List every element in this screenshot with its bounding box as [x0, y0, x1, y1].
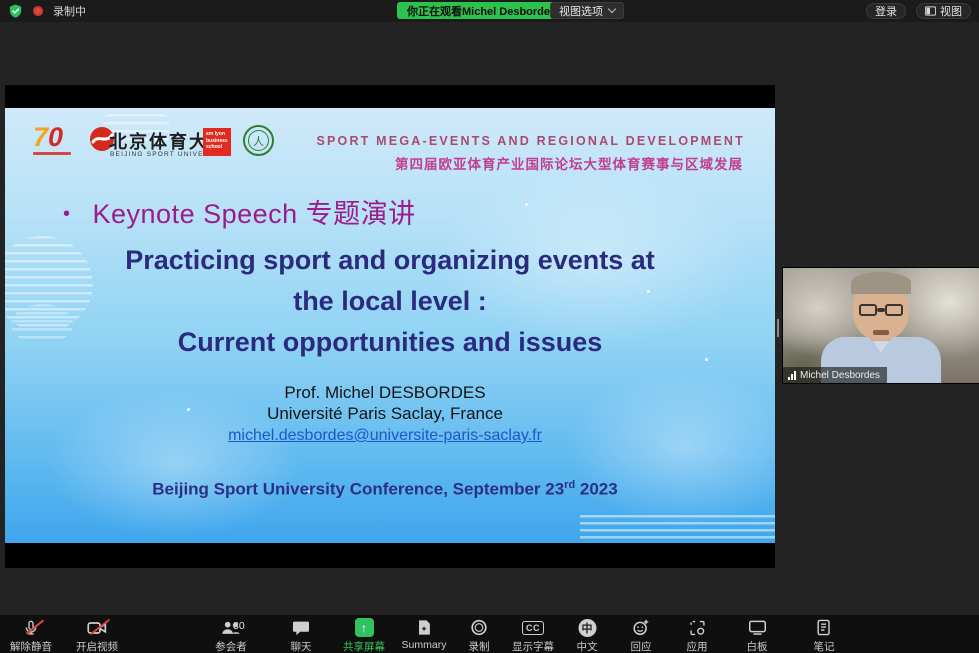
participants-icon: 30 [211, 618, 251, 637]
view-layout-button[interactable]: 视图 [916, 3, 971, 19]
conference-date-line: Beijing Sport University Conference, Sep… [5, 479, 765, 500]
conference-header-en: SPORT MEGA-EVENTS AND REGIONAL DEVELOPME… [316, 134, 745, 148]
speaker-hair [851, 272, 911, 294]
chat-button[interactable]: 聊天 [291, 618, 312, 653]
share-screen-label: 共享屏幕 [343, 639, 385, 653]
recording-status-label: 录制中 [53, 3, 86, 19]
participants-button[interactable]: 30 参会者 [211, 618, 251, 653]
meeting-window: 录制中 你正在观看Michel Desbordes的屏幕 视图选项 登录 视图 [0, 0, 979, 653]
captions-button[interactable]: CC 显示字幕 [512, 618, 554, 653]
chat-bubble-icon [293, 618, 310, 637]
title-line-3: Current opportunities and issues [5, 322, 775, 363]
video-panel-collapse-handle[interactable] [775, 313, 781, 343]
captions-label: 显示字幕 [512, 639, 554, 653]
anniversary-70-logo: 70 [33, 124, 63, 151]
view-options-label: 视图选项 [559, 3, 603, 19]
reactions-label: 回应 [631, 639, 652, 653]
whiteboard-icon [748, 618, 766, 637]
start-video-button[interactable]: 开启视频 [76, 618, 118, 653]
reactions-smiley-icon [633, 618, 650, 637]
language-label: 中文 [577, 639, 598, 653]
speaker-name: Michel Desbordes [800, 370, 880, 381]
author-affiliation: Université Paris Saclay, France [5, 403, 765, 424]
share-screen-button[interactable]: ↑ 共享屏幕 [343, 618, 385, 653]
title-line-2: the local level : [5, 281, 775, 322]
login-button[interactable]: 登录 [866, 3, 906, 19]
chevron-down-icon [608, 5, 616, 13]
whiteboard-button[interactable]: 白板 [747, 618, 768, 653]
share-screen-icon: ↑ [355, 618, 374, 637]
bullet-point: • [63, 203, 71, 225]
record-label: 录制 [469, 639, 490, 653]
speaker-glasses [859, 304, 903, 316]
summary-button[interactable]: Summary [402, 618, 447, 651]
camera-off-icon [87, 618, 107, 637]
shared-screen-area: 70 北京体育大学 BEIJING SPORT UNIVERSITY em ly… [5, 85, 775, 568]
presentation-slide: 70 北京体育大学 BEIJING SPORT UNIVERSITY em ly… [5, 108, 775, 543]
layout-view-icon [925, 6, 936, 16]
unmute-label: 解除静音 [10, 639, 52, 653]
keynote-heading: •Keynote Speech 专题演讲 [63, 192, 416, 231]
anniversary-logo-subtext [33, 152, 71, 155]
video-name-label: Michel Desbordes [783, 367, 887, 383]
record-circle-icon [471, 618, 488, 637]
summary-doc-icon [417, 618, 432, 637]
author-block: Prof. Michel DESBORDES Université Paris … [5, 382, 765, 446]
apps-label: 应用 [687, 639, 708, 653]
apps-button[interactable]: 应用 [687, 618, 708, 653]
record-button[interactable]: 录制 [469, 618, 490, 653]
chat-label: 聊天 [291, 639, 312, 653]
emlyon-logo: em lyon business school [203, 128, 231, 156]
language-zh-icon: 中 [578, 619, 596, 637]
summary-label: Summary [402, 639, 447, 651]
meeting-toolbar: 解除静音 开启视频 30 参会者 聊天 ↑ [0, 615, 979, 653]
recording-indicator-icon [33, 6, 43, 16]
view-options-button[interactable]: 视图选项 [550, 2, 624, 19]
speaker-video-tile[interactable]: Michel Desbordes [783, 268, 979, 383]
participants-label: 参会者 [215, 639, 247, 653]
microphone-muted-icon [23, 618, 39, 637]
title-line-1: Practicing sport and organizing events a… [5, 240, 775, 281]
start-video-label: 开启视频 [76, 639, 118, 653]
apps-icon [689, 618, 705, 637]
author-email-link[interactable]: michel.desbordes@universite-paris-saclay… [228, 427, 542, 444]
language-button[interactable]: 中 中文 [577, 618, 598, 653]
notes-button[interactable]: 笔记 [814, 618, 835, 653]
speaker-mouth [873, 330, 889, 335]
participants-count: 30 [233, 620, 245, 632]
whiteboard-label: 白板 [747, 639, 768, 653]
notes-icon [817, 618, 832, 637]
captions-cc-icon: CC [522, 621, 544, 635]
green-association-logo: 人 [243, 125, 274, 156]
reactions-button[interactable]: 回应 [631, 618, 652, 653]
view-label: 视图 [940, 3, 962, 19]
conference-header-cn: 第四届欧亚体育产业国际论坛大型体育赛事与区域发展 [395, 153, 743, 173]
slide-title: Practicing sport and organizing events a… [5, 240, 775, 363]
top-bar: 录制中 你正在观看Michel Desbordes的屏幕 视图选项 登录 视图 [0, 0, 979, 22]
author-name: Prof. Michel DESBORDES [5, 382, 765, 403]
security-shield-icon[interactable] [8, 3, 23, 19]
login-label: 登录 [875, 3, 897, 19]
signal-bars-icon [788, 371, 796, 380]
unmute-button[interactable]: 解除静音 [10, 618, 52, 653]
notes-label: 笔记 [814, 639, 835, 653]
